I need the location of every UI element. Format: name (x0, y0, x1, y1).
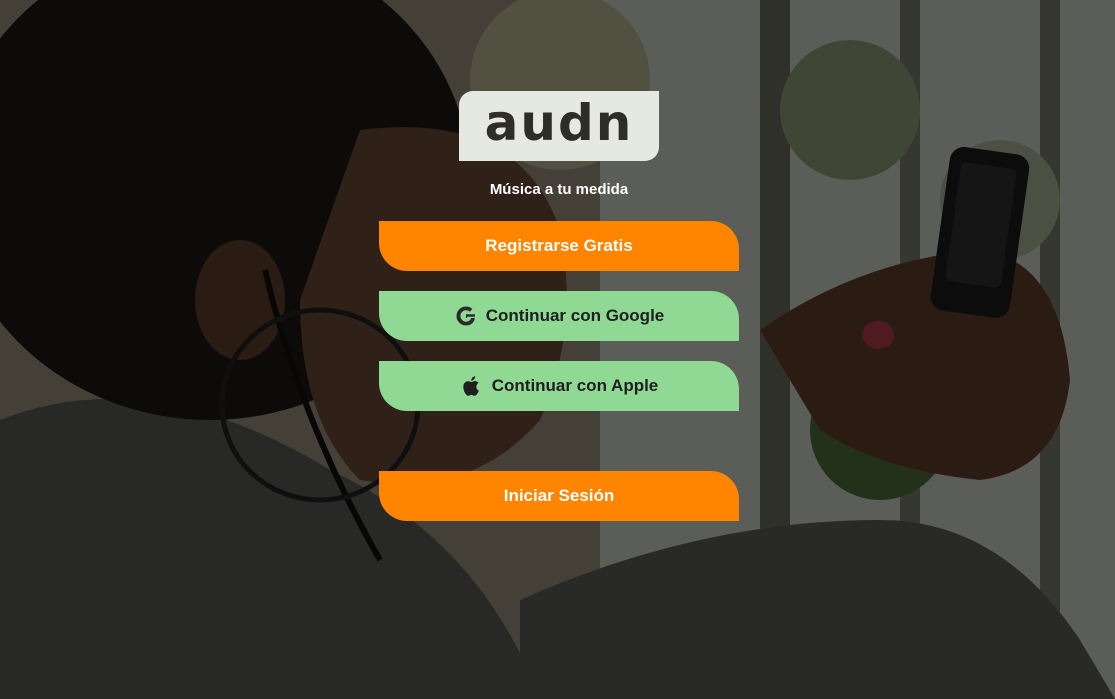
google-icon (454, 304, 478, 328)
register-button-label: Registrarse Gratis (485, 236, 633, 255)
login-button[interactable]: Iniciar Sesión (379, 471, 739, 521)
app-logo: audn (459, 91, 659, 161)
login-button-label: Iniciar Sesión (503, 486, 615, 505)
google-login-button[interactable]: Continuar con Google (379, 291, 739, 341)
tagline: Música a tu medida (489, 181, 629, 198)
register-button[interactable]: Registrarse Gratis (379, 221, 739, 271)
google-button-label: Continuar con Google (485, 306, 665, 325)
apple-icon (460, 374, 484, 398)
logo-text: audn (484, 94, 634, 152)
apple-button-label: Continuar con Apple (491, 376, 659, 395)
apple-login-button[interactable]: Continuar con Apple (379, 361, 739, 411)
